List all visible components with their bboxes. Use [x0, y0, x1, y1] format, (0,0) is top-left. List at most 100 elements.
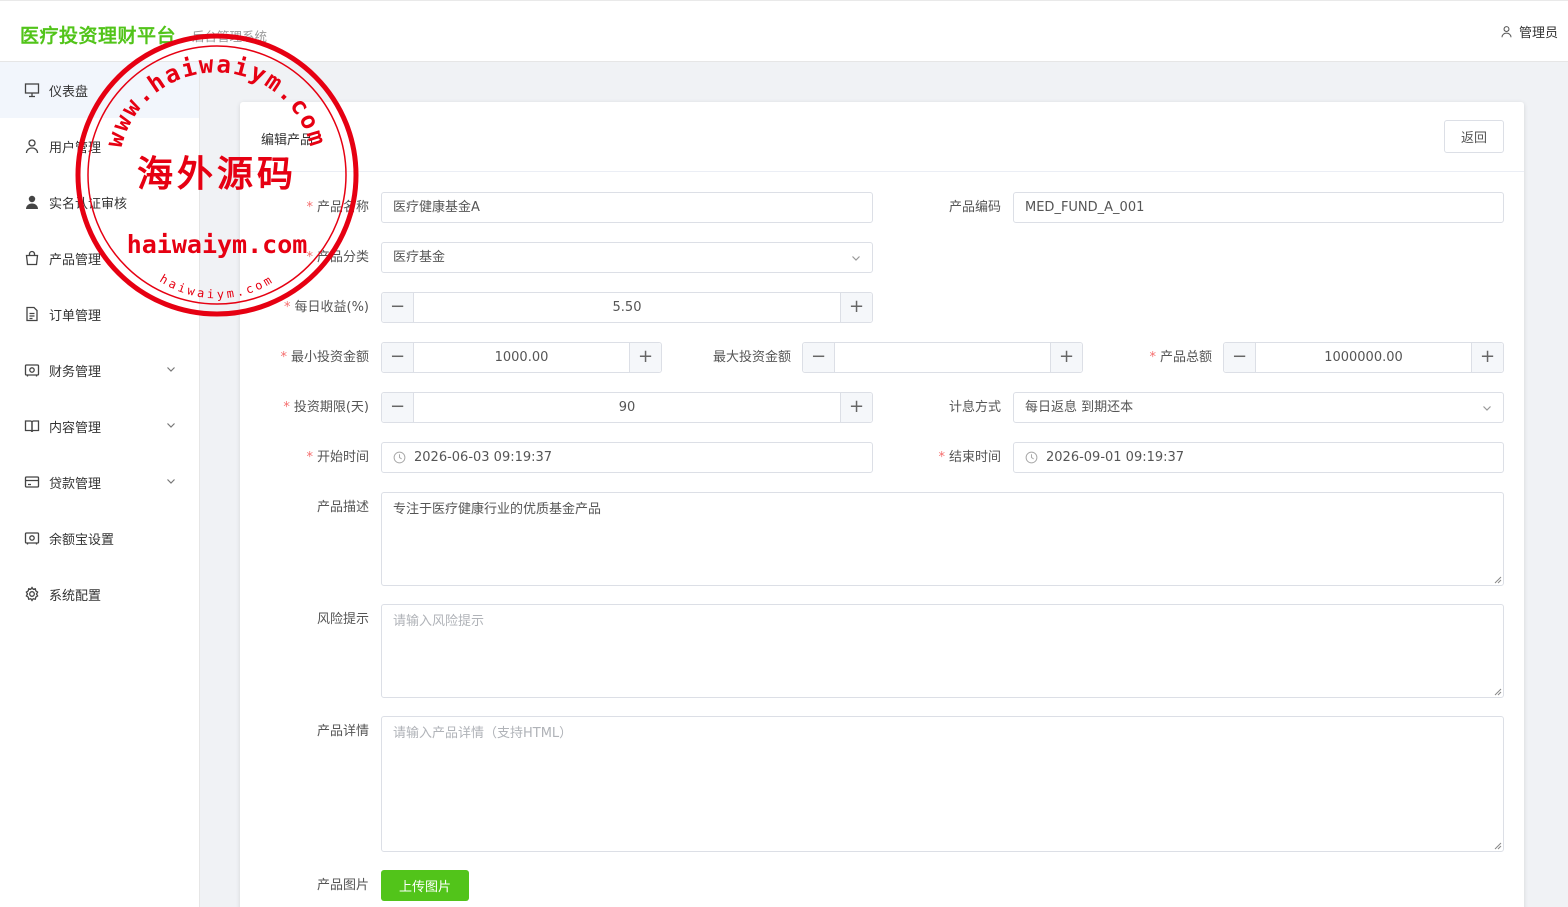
page-title: 编辑产品 [261, 133, 314, 148]
textarea-placeholder: 请输入产品详情（支持HTML） [393, 726, 573, 741]
increment-button[interactable]: + [840, 293, 872, 322]
chevron-down-icon [1483, 406, 1491, 411]
sidebar-item-label: 订单管理 [49, 308, 102, 324]
book-icon [23, 418, 40, 435]
end-time-label: * 结束时间 [938, 450, 1001, 465]
document-icon [23, 306, 40, 323]
brand-subtitle: 后台管理系统 [192, 29, 268, 44]
risk-label: 风险提示 [316, 612, 369, 627]
resize-grip-icon[interactable] [1494, 688, 1502, 696]
sidebar-item-verification[interactable]: 实名认证审核 [0, 174, 199, 230]
sidebar-item-finance[interactable]: 财务管理 [0, 342, 199, 398]
decrement-button[interactable]: − [382, 393, 414, 422]
wallet-icon [23, 362, 40, 379]
presentation-board-icon [23, 82, 40, 99]
sidebar-item-label: 用户管理 [49, 140, 102, 156]
interest-method-select[interactable]: 每日返息 到期还本 [1013, 392, 1504, 423]
sidebar-item-content[interactable]: 内容管理 [0, 398, 199, 454]
credit-card-icon [23, 474, 40, 491]
details-label: 产品详情 [316, 724, 369, 739]
stepper-value[interactable]: 5.50 [414, 293, 840, 322]
decrement-button[interactable]: − [382, 343, 414, 372]
end-time-picker[interactable]: 2026-09-01 09:19:37 [1013, 442, 1504, 473]
product-name-input[interactable]: 医疗健康基金A [381, 192, 873, 223]
user-menu[interactable]: 管理员 [1500, 22, 1558, 41]
description-textarea[interactable]: 专注于医疗健康行业的优质基金产品 [381, 492, 1504, 586]
chevron-down-icon [167, 479, 175, 484]
date-value: 2026-09-01 09:19:37 [1046, 450, 1185, 465]
start-time-label: * 开始时间 [306, 450, 369, 465]
sidebar-item-label: 财务管理 [49, 364, 102, 380]
sidebar-item-loans[interactable]: 贷款管理 [0, 454, 199, 510]
textarea-value: 专注于医疗健康行业的优质基金产品 [393, 502, 602, 517]
min-invest-label: * 最小投资金额 [280, 350, 369, 365]
selected-value: 医疗基金 [393, 250, 446, 265]
max-invest-label: 最大投资金额 [712, 350, 791, 365]
chevron-down-icon [852, 256, 860, 261]
card-header: 编辑产品 返回 [240, 102, 1524, 172]
risk-textarea[interactable]: 请输入风险提示 [381, 604, 1504, 698]
textarea-placeholder: 请输入风险提示 [393, 614, 485, 629]
clock-icon [393, 451, 406, 464]
increment-button[interactable]: + [629, 343, 661, 372]
date-value: 2026-06-03 09:19:37 [414, 450, 553, 465]
details-textarea[interactable]: 请输入产品详情（支持HTML） [381, 716, 1504, 852]
sidebar-item-label: 产品管理 [49, 252, 102, 268]
start-time-picker[interactable]: 2026-06-03 09:19:37 [381, 442, 873, 473]
product-category-select[interactable]: 医疗基金 [381, 242, 873, 273]
resize-grip-icon[interactable] [1494, 842, 1502, 850]
sidebar-item-users[interactable]: 用户管理 [0, 118, 199, 174]
edit-product-card: 编辑产品 返回 * 产品名称 医疗健康基金A 产品编码 MED_FUND_A_00… [240, 102, 1524, 907]
upload-image-button[interactable]: 上传图片 [381, 870, 469, 901]
decrement-button[interactable]: − [803, 343, 835, 372]
sidebar-item-label: 仪表盘 [49, 84, 89, 100]
sidebar-item-label: 内容管理 [49, 420, 102, 436]
clock-icon [1025, 451, 1038, 464]
interest-method-label: 计息方式 [948, 400, 1001, 415]
sidebar: 仪表盘 用户管理 实名认证审核 产品管理 订单管理 财务管理 内容管理 贷款管理… [0, 62, 200, 907]
user-icon [1501, 26, 1512, 38]
daily-rate-stepper[interactable]: − 5.50 + [381, 292, 873, 323]
description-label: 产品描述 [316, 500, 369, 515]
max-invest-stepper[interactable]: − + [802, 342, 1083, 373]
resize-grip-icon[interactable] [1494, 576, 1502, 584]
sidebar-item-yuebao[interactable]: 余额宝设置 [0, 510, 199, 566]
sidebar-item-label: 贷款管理 [49, 476, 102, 492]
stepper-value[interactable]: 1000000.00 [1256, 343, 1471, 372]
product-category-label: * 产品分类 [306, 250, 369, 265]
sidebar-item-label: 实名认证审核 [49, 196, 128, 212]
total-amount-stepper[interactable]: − 1000000.00 + [1223, 342, 1504, 373]
back-button[interactable]: 返回 [1444, 120, 1504, 153]
increment-button[interactable]: + [840, 393, 872, 422]
top-header: 医疗投资理财平台 后台管理系统 管理员 [0, 0, 1568, 62]
sidebar-item-orders[interactable]: 订单管理 [0, 286, 199, 342]
gear-icon [23, 586, 40, 603]
increment-button[interactable]: + [1050, 343, 1082, 372]
decrement-button[interactable]: − [1224, 343, 1256, 372]
daily-rate-label: * 每日收益(%) [284, 300, 369, 315]
stepper-value[interactable]: 90 [414, 393, 840, 422]
shopping-bag-icon [23, 250, 40, 267]
user-icon [23, 138, 40, 155]
wallet-icon [23, 530, 40, 547]
product-code-input[interactable]: MED_FUND_A_001 [1013, 192, 1504, 223]
total-amount-label: * 产品总额 [1149, 350, 1212, 365]
sidebar-item-label: 余额宝设置 [49, 532, 115, 548]
min-invest-stepper[interactable]: − 1000.00 + [381, 342, 662, 373]
sidebar-item-label: 系统配置 [49, 588, 102, 604]
product-code-label: 产品编码 [948, 200, 1001, 215]
sidebar-item-products[interactable]: 产品管理 [0, 230, 199, 286]
user-name: 管理员 [1518, 26, 1558, 41]
stepper-value[interactable] [835, 343, 1050, 372]
selected-value: 每日返息 到期还本 [1025, 400, 1134, 415]
period-label: * 投资期限(天) [283, 400, 369, 415]
brand-title: 医疗投资理财平台 [20, 25, 177, 47]
increment-button[interactable]: + [1471, 343, 1503, 372]
sidebar-item-settings[interactable]: 系统配置 [0, 566, 199, 622]
period-stepper[interactable]: − 90 + [381, 392, 873, 423]
product-name-label: * 产品名称 [306, 200, 369, 215]
sidebar-item-dashboard[interactable]: 仪表盘 [0, 62, 199, 118]
decrement-button[interactable]: − [382, 293, 414, 322]
stepper-value[interactable]: 1000.00 [414, 343, 629, 372]
user-filled-icon [23, 194, 40, 211]
